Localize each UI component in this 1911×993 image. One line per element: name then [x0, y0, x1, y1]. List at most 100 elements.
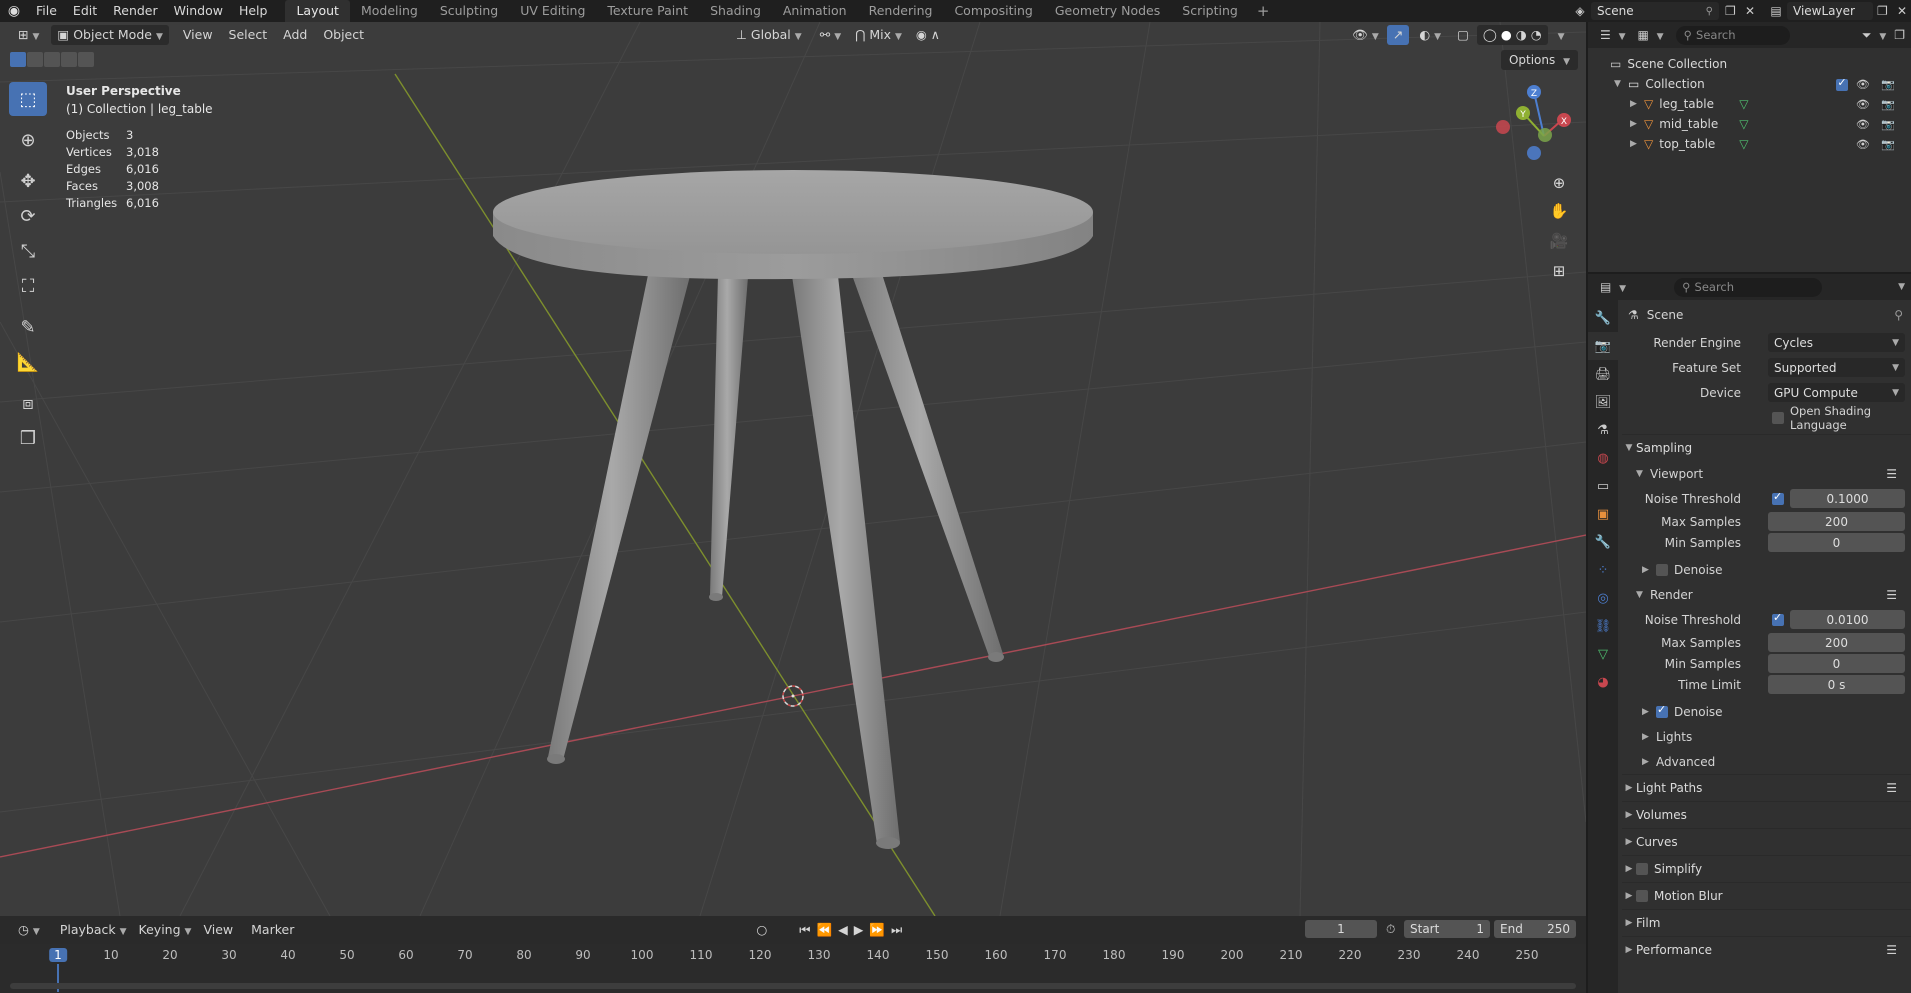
add-workspace-icon[interactable]: + — [1249, 0, 1278, 22]
outliner-object-row[interactable]: ▶ ▽ mid_table ▽ 👁 📷 — [1588, 114, 1911, 134]
object-visibility-icons[interactable]: 👁 📷 — [1856, 98, 1899, 111]
view-layer-selector[interactable]: ViewLayer — [1787, 2, 1873, 20]
auto-keying-icon[interactable]: ○ — [750, 920, 773, 940]
material-shading-icon[interactable]: ◑ — [1516, 27, 1527, 42]
world-tab-icon[interactable]: ◍ — [1588, 444, 1618, 472]
outliner-object-row[interactable]: ▶ ▽ leg_table ▽ 👁 📷 — [1588, 94, 1911, 114]
measure-tool-icon[interactable]: 📐 — [9, 345, 47, 379]
solid-shading-icon[interactable]: ● — [1501, 27, 1512, 42]
ortho-toggle-icon[interactable]: ⊞ — [1546, 258, 1572, 284]
select-box-tool-icon[interactable]: ⬚ — [9, 82, 47, 116]
new-collection-icon[interactable]: ❐ — [1894, 28, 1905, 42]
zoom-icon[interactable]: ⊕ — [1546, 170, 1572, 196]
menu-render[interactable]: Render — [105, 0, 166, 22]
object-tab-icon[interactable]: ▣ — [1588, 500, 1618, 528]
tab-scripting[interactable]: Scripting — [1171, 0, 1249, 22]
play-icon[interactable]: ▶ — [854, 922, 870, 937]
simplify-panel-header[interactable]: ▶ Simplify — [1622, 855, 1911, 882]
menu-help[interactable]: Help — [231, 0, 276, 22]
viewport-denoise-checkbox[interactable] — [1656, 563, 1668, 576]
film-panel-header[interactable]: ▶ Film — [1622, 909, 1911, 936]
editor-type-button[interactable]: ⊞ ▼ — [12, 25, 45, 45]
volumes-panel-header[interactable]: ▶ Volumes — [1622, 801, 1911, 828]
timeline-ruler[interactable]: 1 10 20 30 40 50 60 70 80 90 100 110 120 130 140 150 160… — [0, 944, 1586, 993]
xray-toggle[interactable]: ▢ — [1451, 25, 1475, 45]
view-layer-tab-icon[interactable]: 🖼 — [1588, 388, 1618, 416]
end-frame-field[interactable]: End 250 — [1494, 920, 1576, 938]
annotate-tool-icon[interactable]: ✎ — [9, 310, 47, 344]
add-primitive-tool-icon[interactable]: ❒ — [9, 421, 47, 455]
menu-marker[interactable]: Marker — [245, 920, 300, 940]
timeline-scrollbar[interactable] — [10, 983, 1576, 989]
timeline-editor-type-icon[interactable]: ◷ ▼ — [12, 920, 46, 940]
performance-panel-header[interactable]: ▶ Performance ☰ — [1622, 936, 1911, 963]
overlays-toggle[interactable]: ◐ ▼ — [1413, 25, 1447, 45]
3d-cursor[interactable] — [782, 685, 804, 707]
noise-threshold-field[interactable]: 0.0100 — [1790, 610, 1905, 629]
tab-modeling[interactable]: Modeling — [350, 0, 429, 22]
navigation-gizmo[interactable]: Z X Y — [1496, 85, 1571, 160]
tab-rendering[interactable]: Rendering — [858, 0, 944, 22]
render-denoise-checkbox[interactable] — [1656, 703, 1668, 718]
lights-subpanel-header[interactable]: ▶ Lights — [1622, 724, 1911, 749]
jump-keyframe-back-icon[interactable]: ⏪ — [817, 922, 839, 937]
view-layer-type-icon[interactable]: ▤ — [1765, 4, 1787, 18]
rotate-tool-icon[interactable]: ⟳ — [9, 199, 47, 233]
play-reverse-icon[interactable]: ◀ — [838, 922, 854, 937]
add-cube-tool-icon[interactable]: ⧈ — [9, 386, 47, 420]
tool-tab-icon[interactable]: 🔧 — [1588, 304, 1618, 332]
proportional-edit-button[interactable]: ◉ ∧ — [910, 25, 946, 45]
particles-tab-icon[interactable]: ⁘ — [1588, 556, 1618, 584]
feature-set-dropdown[interactable]: Supported ▼ — [1768, 358, 1905, 377]
rendered-shading-icon[interactable]: ◔ — [1531, 27, 1542, 42]
mesh-data-icon[interactable]: ▽ — [1739, 117, 1748, 131]
pan-hand-icon[interactable]: ✋ — [1546, 198, 1572, 224]
pin-icon[interactable]: ⚲ — [1706, 6, 1713, 17]
viewport-scene[interactable]: Z X Y — [0, 22, 1586, 916]
mesh-data-icon[interactable]: ▽ — [1739, 137, 1748, 151]
outliner-object-row[interactable]: ▶ ▽ top_table ▽ 👁 📷 — [1588, 134, 1911, 154]
options-chevron-icon[interactable]: ▼ — [1898, 282, 1905, 292]
menu-playback[interactable]: Playback ▼ — [54, 920, 133, 940]
sampling-panel-header[interactable]: ▼ Sampling — [1622, 434, 1911, 461]
constraints-tab-icon[interactable]: ⛓ — [1588, 612, 1618, 640]
outliner-editor-type-icon[interactable]: ☰ ▼ — [1600, 28, 1626, 42]
physics-tab-icon[interactable]: ◎ — [1588, 584, 1618, 612]
presets-list-icon[interactable]: ☰ — [1886, 588, 1897, 602]
pivot-point-button[interactable]: ⚯ ▼ — [814, 25, 847, 45]
scale-tool-icon[interactable]: ⤡ — [9, 234, 47, 268]
expand-arrow-icon[interactable]: ▶ — [1630, 99, 1644, 109]
new-scene-icon[interactable]: ❐ — [1725, 4, 1745, 18]
outliner-search-input[interactable]: ⚲ Search — [1675, 25, 1790, 45]
render-denoise-row[interactable]: ▶ Denoise — [1622, 699, 1911, 724]
remove-scene-icon[interactable]: ✕ — [1745, 4, 1765, 18]
tab-layout[interactable]: Layout — [285, 0, 350, 22]
max-samples-field[interactable]: 200 — [1768, 512, 1905, 531]
scene-collection-row[interactable]: ▭ Scene Collection — [1588, 54, 1911, 74]
select-subtract-icon[interactable] — [44, 52, 60, 67]
options-button[interactable]: Options ▼ — [1500, 50, 1578, 70]
advanced-subpanel-header[interactable]: ▶ Advanced — [1622, 749, 1911, 774]
scene-type-icon[interactable]: ◈ — [1569, 4, 1591, 18]
cursor-tool-icon[interactable]: ⊕ — [9, 123, 47, 157]
presets-list-icon[interactable]: ☰ — [1886, 467, 1897, 481]
start-frame-field[interactable]: Start 1 — [1404, 920, 1490, 938]
data-tab-icon[interactable]: ▽ — [1588, 640, 1618, 668]
device-dropdown[interactable]: GPU Compute ▼ — [1768, 383, 1905, 402]
presets-list-icon[interactable]: ☰ — [1886, 781, 1897, 795]
object-visibility-icons[interactable]: 👁 📷 — [1856, 118, 1899, 131]
visibility-button[interactable]: 👁 ▼ — [1346, 25, 1385, 45]
table-top[interactable] — [493, 170, 1093, 254]
transform-orientation-dropdown[interactable]: ⊥ Global ▼ — [730, 25, 808, 45]
transform-tool-icon[interactable]: ⛶ — [9, 269, 47, 303]
new-view-layer-icon[interactable]: ❐ — [1877, 4, 1897, 18]
tab-shading[interactable]: Shading — [699, 0, 772, 22]
menu-select[interactable]: Select — [223, 25, 274, 45]
collection-tab-icon[interactable]: ▭ — [1588, 472, 1618, 500]
tab-animation[interactable]: Animation — [772, 0, 858, 22]
select-new-icon[interactable] — [10, 52, 26, 67]
mesh-data-icon[interactable]: ▽ — [1739, 97, 1748, 111]
collection-row[interactable]: ▼ ▭ Collection 👁 📷 — [1588, 74, 1911, 94]
output-tab-icon[interactable]: 🖨 — [1588, 360, 1618, 388]
viewport-subpanel-header[interactable]: ▼ Viewport ☰ — [1622, 461, 1911, 486]
